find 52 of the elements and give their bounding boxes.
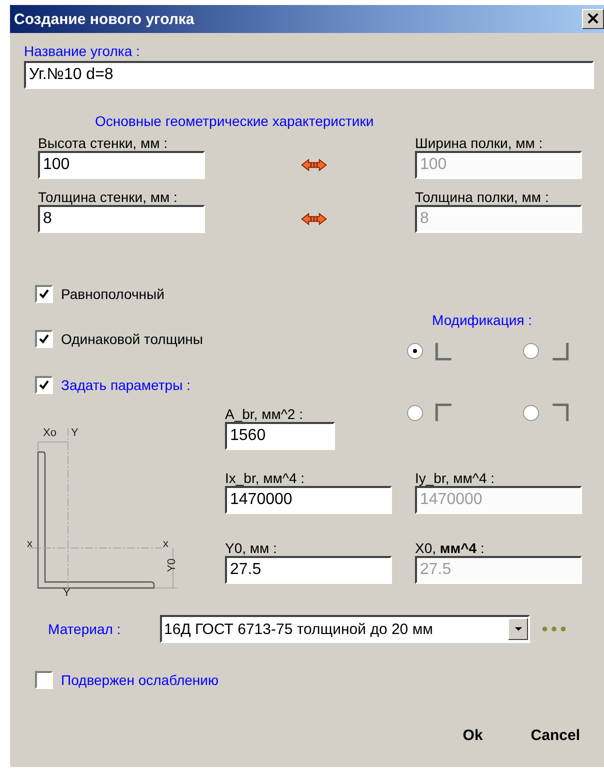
axis-label: x [27,538,32,550]
section-heading: Основные геометрические характеристики [95,113,375,129]
checkbox-label: Задать параметры : [61,377,190,393]
field-label: Толщина полки, мм : [415,189,550,205]
caret-icon [514,626,522,632]
radio-button[interactable] [407,343,423,359]
checkbox[interactable] [35,376,53,394]
angle-shape-icon [551,402,569,424]
angle-shape-icon [435,340,453,362]
double-arrow-icon[interactable] [301,212,327,226]
field-label: Ширина полки, мм : [415,135,544,151]
checkbox[interactable] [35,285,53,303]
check-icon [38,379,50,391]
field-label: Высота стенки, мм : [38,135,168,151]
input-field[interactable]: 8 [38,205,205,233]
input-field[interactable]: 1470000 [225,486,392,514]
checkbox[interactable] [35,330,53,348]
check-icon [38,288,50,300]
window-title: Создание нового уголка [14,10,194,28]
checkbox-label: Равнополочный [61,286,164,302]
input-field[interactable]: 1560 [225,422,335,450]
field-label: Ix_br, мм^4 : [225,470,306,486]
close-button[interactable]: × [582,9,604,29]
axis-label: Y0 [166,558,178,572]
field-label: Толщина стенки, мм : [38,189,178,205]
dialog-button[interactable]: Cancel [530,727,580,744]
dialog-button[interactable]: Ok [462,727,483,744]
field-label: Y0, мм : [225,540,278,556]
double-arrow-icon[interactable] [301,158,327,172]
radio-button[interactable] [407,405,423,421]
axis-label: x [163,538,168,550]
axis-label: Xo [43,427,56,439]
check-icon [38,333,50,345]
field-label: X0, мм^4 : [415,540,486,556]
axis-label: Y [71,427,78,439]
input-field[interactable]: 27.5 [225,556,392,584]
section-label: Модификация : [432,312,534,328]
input-field[interactable]: 100 [38,151,205,179]
checkbox-label: Одинаковой толщины [61,331,203,347]
field-label: Iy_br, мм^4 : [415,470,496,486]
axis-label: Y [63,587,70,599]
name-field[interactable]: Уг.№10 d=8 [24,61,594,89]
radio-button[interactable] [523,405,539,421]
radio-button[interactable] [523,343,539,359]
angle-shape-icon [435,402,453,424]
angle-shape-icon [551,340,569,362]
field-label: Материал : [48,621,122,637]
material-dropdown[interactable]: 16Д ГОСТ 6713-75 толщиной до 20 мм [160,615,530,643]
checkbox-label: Подвержен ослаблению [61,672,218,688]
field-label: Название уголка : [24,43,141,59]
field-label: A_br, мм^2 : [225,406,304,422]
checkbox[interactable] [35,671,53,689]
